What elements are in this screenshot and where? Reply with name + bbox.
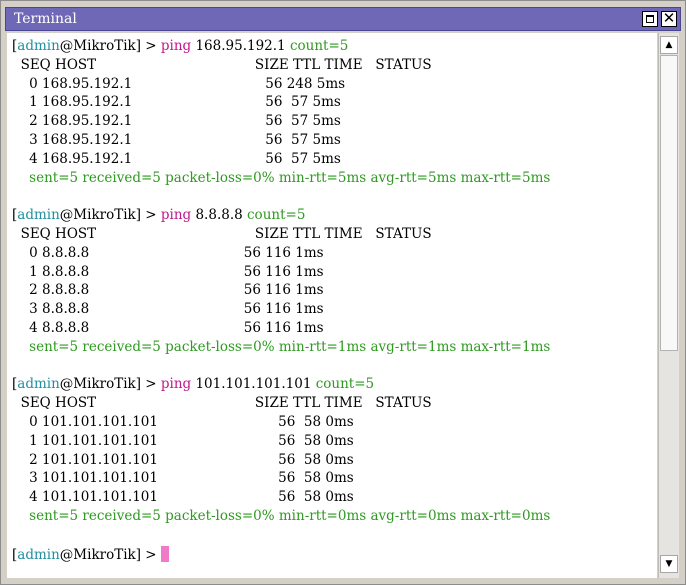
table-row: 3 8.8.8.8 56 116 1ms xyxy=(12,301,550,320)
table-row-text: 0 168.95.192.1 56 248 5ms xyxy=(12,75,346,92)
close-icon: ✕ xyxy=(662,9,676,27)
arrow-up-icon: ▲ xyxy=(665,40,673,50)
table-row-text: 4 168.95.192.1 56 57 5ms xyxy=(12,150,341,167)
command-target: 101.101.101.101 xyxy=(195,376,312,393)
command-line: [admin@MikroTik] > ping 168.95.192.1 cou… xyxy=(12,38,550,57)
summary-text: sent=5 received=5 packet-loss=0% min-rtt… xyxy=(12,507,551,524)
prompt-host: @MikroTik xyxy=(59,376,136,393)
command-target: 168.95.192.1 xyxy=(195,38,286,54)
prompt-host: @MikroTik xyxy=(59,207,136,224)
table-header: SEQ HOST SIZE TTL TIME STATUS xyxy=(12,395,550,414)
prompt-user: admin xyxy=(17,207,60,224)
table-row: 0 101.101.101.101 56 58 0ms xyxy=(12,414,550,433)
prompt-close: ] > xyxy=(135,207,161,224)
table-row-text: 3 168.95.192.1 56 57 5ms xyxy=(12,131,341,148)
table-row: 4 101.101.101.101 56 58 0ms xyxy=(12,489,550,508)
command-argument: count=5 xyxy=(315,376,375,393)
table-row: 4 8.8.8.8 56 116 1ms xyxy=(12,320,550,339)
table-header-text: SEQ HOST SIZE TTL TIME STATUS xyxy=(12,395,432,412)
prompt-host: @MikroTik xyxy=(59,546,136,563)
table-row-text: 4 101.101.101.101 56 58 0ms xyxy=(12,489,354,506)
summary-line: sent=5 received=5 packet-loss=0% min-rtt… xyxy=(12,339,550,358)
terminal-output[interactable]: [admin@MikroTik] > ping 168.95.192.1 cou… xyxy=(7,33,657,578)
table-row-text: 1 101.101.101.101 56 58 0ms xyxy=(12,432,354,449)
table-row: 1 168.95.192.1 56 57 5ms xyxy=(12,94,550,113)
command-line: [admin@MikroTik] > ping 8.8.8.8 count=5 xyxy=(12,207,550,226)
table-header: SEQ HOST SIZE TTL TIME STATUS xyxy=(12,57,550,76)
prompt-close: ] > xyxy=(135,38,161,54)
command-argument: count=5 xyxy=(289,38,349,54)
table-header: SEQ HOST SIZE TTL TIME STATUS xyxy=(12,226,550,245)
terminal-lines: [admin@MikroTik] > ping 168.95.192.1 cou… xyxy=(12,38,550,564)
table-row-text: 1 8.8.8.8 56 116 1ms xyxy=(12,263,324,280)
table-row-text: 3 8.8.8.8 56 116 1ms xyxy=(12,301,324,318)
scroll-up-button[interactable]: ▲ xyxy=(660,36,678,54)
scroll-down-button[interactable]: ▼ xyxy=(660,555,678,573)
command-argument: count=5 xyxy=(247,207,306,224)
arrow-down-icon: ▼ xyxy=(665,559,673,569)
summary-text: sent=5 received=5 packet-loss=0% min-rtt… xyxy=(12,338,551,355)
table-row: 0 8.8.8.8 56 116 1ms xyxy=(12,245,550,264)
table-row: 3 101.101.101.101 56 58 0ms xyxy=(12,470,550,489)
table-row: 2 8.8.8.8 56 116 1ms xyxy=(12,282,550,301)
scroll-thumb[interactable] xyxy=(660,55,678,351)
table-row: 2 168.95.192.1 56 57 5ms xyxy=(12,113,550,132)
current-prompt-line: [admin@MikroTik] > xyxy=(12,545,550,565)
summary-line: sent=5 received=5 packet-loss=0% min-rtt… xyxy=(12,170,550,189)
table-row-text: 2 101.101.101.101 56 58 0ms xyxy=(12,451,354,468)
title-bar[interactable]: Terminal ✕ xyxy=(5,7,681,31)
prompt-host: @MikroTik xyxy=(59,38,136,54)
close-button[interactable]: ✕ xyxy=(661,9,677,27)
table-row: 0 168.95.192.1 56 248 5ms xyxy=(12,76,550,95)
table-row-text: 0 8.8.8.8 56 116 1ms xyxy=(12,244,324,261)
table-row: 4 168.95.192.1 56 57 5ms xyxy=(12,151,550,170)
prompt-user: admin xyxy=(17,376,60,393)
summary-line: sent=5 received=5 packet-loss=0% min-rtt… xyxy=(12,508,550,527)
terminal-window: Terminal ✕ [admin@MikroTik] > ping 168.9… xyxy=(0,0,686,585)
table-header-text: SEQ HOST SIZE TTL TIME STATUS xyxy=(12,56,432,73)
command-name: ping xyxy=(160,207,192,224)
command-name: ping xyxy=(160,38,192,54)
maximize-icon xyxy=(646,15,654,23)
vertical-scrollbar[interactable]: ▲ ▼ xyxy=(658,33,679,578)
table-row-text: 4 8.8.8.8 56 116 1ms xyxy=(12,319,324,336)
text-cursor xyxy=(160,545,169,562)
prompt-close: ] > xyxy=(135,546,161,563)
table-row-text: 2 168.95.192.1 56 57 5ms xyxy=(12,113,341,130)
command-target: 8.8.8.8 xyxy=(195,207,243,224)
table-row-text: 1 168.95.192.1 56 57 5ms xyxy=(12,94,341,111)
window-title: Terminal xyxy=(14,11,77,27)
table-row-text: 2 8.8.8.8 56 116 1ms xyxy=(12,282,324,299)
table-row-text: 3 101.101.101.101 56 58 0ms xyxy=(12,470,354,487)
table-row-text: 0 101.101.101.101 56 58 0ms xyxy=(12,413,354,430)
prompt-user: admin xyxy=(17,546,60,563)
maximize-button[interactable] xyxy=(642,11,658,27)
table-header-text: SEQ HOST SIZE TTL TIME STATUS xyxy=(12,225,432,242)
summary-text: sent=5 received=5 packet-loss=0% min-rtt… xyxy=(12,169,551,186)
table-row: 1 8.8.8.8 56 116 1ms xyxy=(12,264,550,283)
command-name: ping xyxy=(160,376,192,393)
table-row: 1 101.101.101.101 56 58 0ms xyxy=(12,433,550,452)
prompt-close: ] > xyxy=(135,376,161,393)
table-row: 2 101.101.101.101 56 58 0ms xyxy=(12,452,550,471)
prompt-user: admin xyxy=(17,38,60,54)
command-line: [admin@MikroTik] > ping 101.101.101.101 … xyxy=(12,376,550,395)
table-row: 3 168.95.192.1 56 57 5ms xyxy=(12,132,550,151)
